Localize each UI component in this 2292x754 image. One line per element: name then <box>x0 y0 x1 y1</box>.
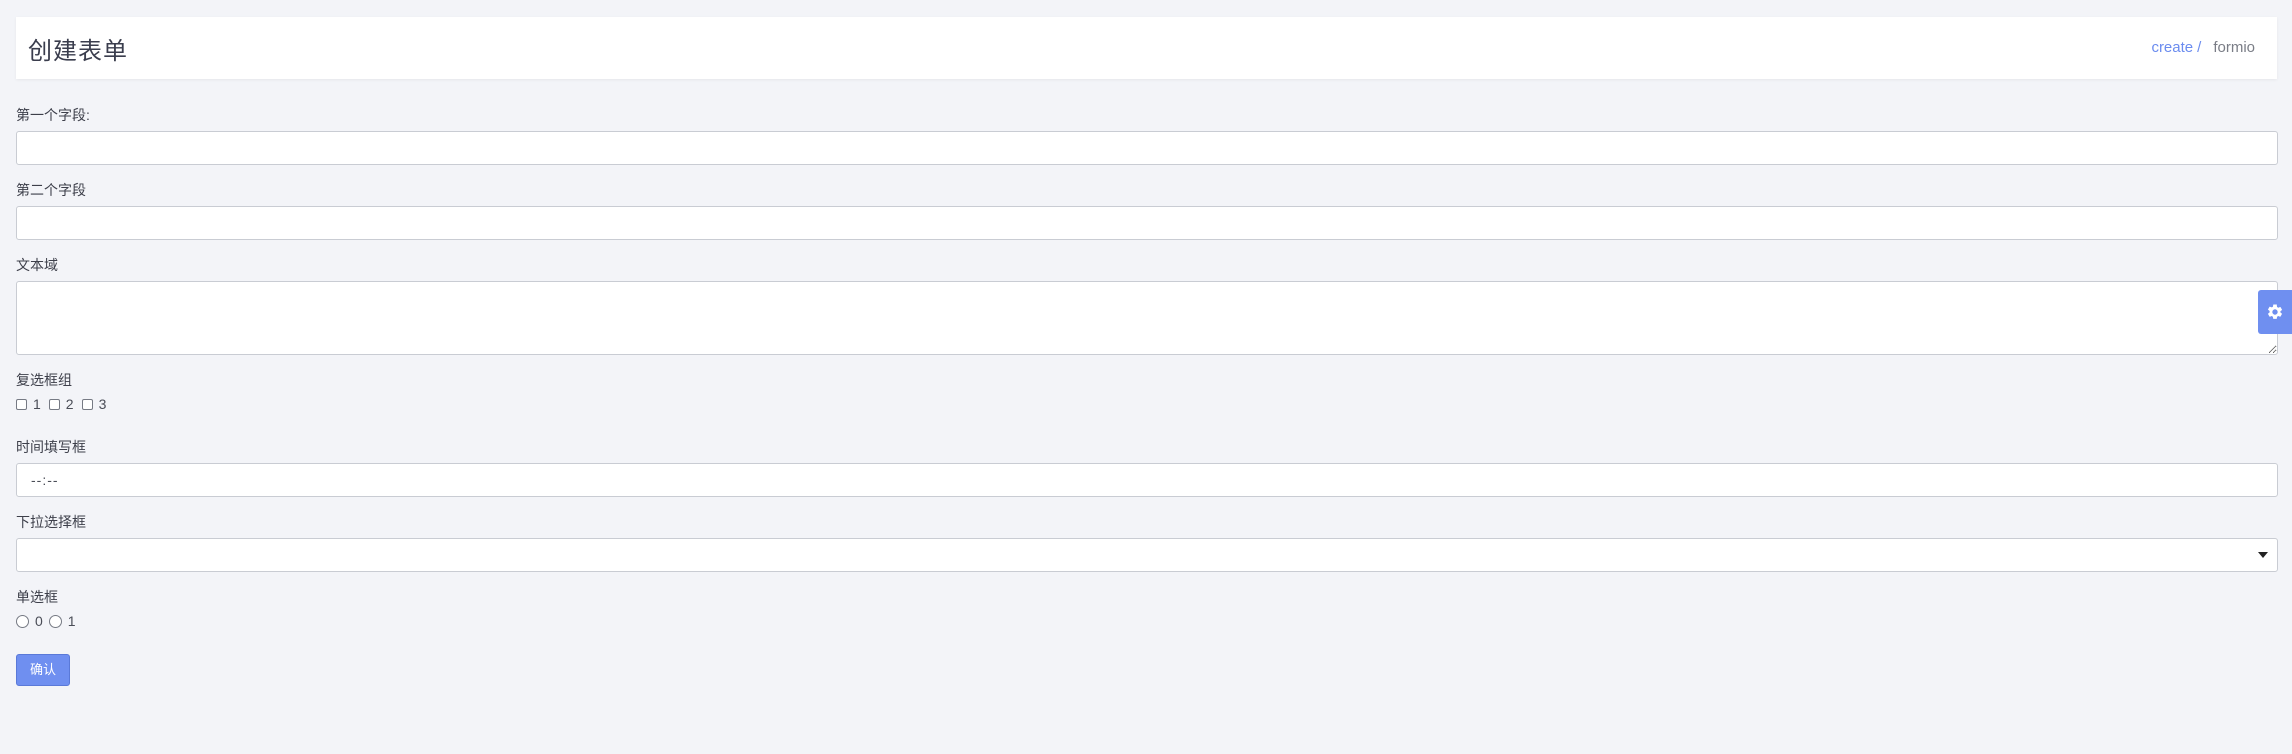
select-dropdown[interactable] <box>16 538 2278 572</box>
radio-0[interactable] <box>16 614 29 628</box>
radio-label-1: 1 <box>67 613 76 629</box>
breadcrumb: create / formio <box>2151 39 2255 56</box>
field2-label: 第二个字段 <box>16 182 86 198</box>
checkbox-label-3: 3 <box>98 396 107 412</box>
checkbox-3[interactable] <box>81 398 93 410</box>
radio-options: 0 1 <box>16 613 2278 629</box>
field2-group: 第二个字段 <box>16 180 2278 240</box>
radio-label: 单选框 <box>16 589 58 605</box>
textarea-input[interactable] <box>16 281 2278 355</box>
time-label: 时间填写框 <box>16 439 86 455</box>
checkbox-options: 1 2 3 <box>16 396 2278 412</box>
select-group: 下拉选择框 <box>16 512 2278 572</box>
time-group: 时间填写框 --:-- <box>16 437 2278 497</box>
radio-1[interactable] <box>48 614 62 628</box>
checkbox-option-1[interactable]: 1 <box>16 396 41 412</box>
page-title: 创建表单 <box>28 38 128 65</box>
checkbox-1[interactable] <box>16 398 27 410</box>
checkbox-group: 复选框组 1 2 3 <box>16 370 2278 412</box>
textarea-label: 文本域 <box>16 257 58 273</box>
page-header: 创建表单 create / formio <box>16 17 2277 79</box>
breadcrumb-current: formio <box>2213 39 2255 56</box>
time-value: --:-- <box>31 472 59 488</box>
select-label: 下拉选择框 <box>16 514 86 530</box>
settings-button[interactable] <box>2258 290 2292 334</box>
radio-label-0: 0 <box>35 613 43 629</box>
chevron-down-icon <box>2258 552 2268 558</box>
field1-group: 第一个字段: <box>16 105 2278 165</box>
breadcrumb-link-create[interactable]: create <box>2151 39 2193 56</box>
checkbox-option-2[interactable]: 2 <box>48 396 74 412</box>
page: 创建表单 create / formio 第一个字段: 第二个字段 文本域 复选… <box>0 0 2292 754</box>
textarea-group: 文本域 <box>16 255 2278 355</box>
radio-option-1[interactable]: 1 <box>48 613 76 629</box>
checkbox-label-2: 2 <box>65 396 74 412</box>
radio-option-0[interactable]: 0 <box>16 613 43 629</box>
radio-group: 单选框 0 1 <box>16 587 2278 629</box>
field1-input[interactable] <box>16 131 2278 165</box>
checkbox-label-1: 1 <box>33 396 41 412</box>
breadcrumb-separator: / <box>2197 39 2202 56</box>
checkbox-2[interactable] <box>48 398 60 410</box>
checkbox-option-3[interactable]: 3 <box>81 396 107 412</box>
field1-label: 第一个字段: <box>16 107 90 123</box>
field2-input[interactable] <box>16 206 2278 240</box>
time-input[interactable]: --:-- <box>16 463 2278 497</box>
gear-icon <box>2267 304 2283 319</box>
confirm-button[interactable]: 确认 <box>16 654 70 686</box>
checkbox-group-label: 复选框组 <box>16 372 72 388</box>
